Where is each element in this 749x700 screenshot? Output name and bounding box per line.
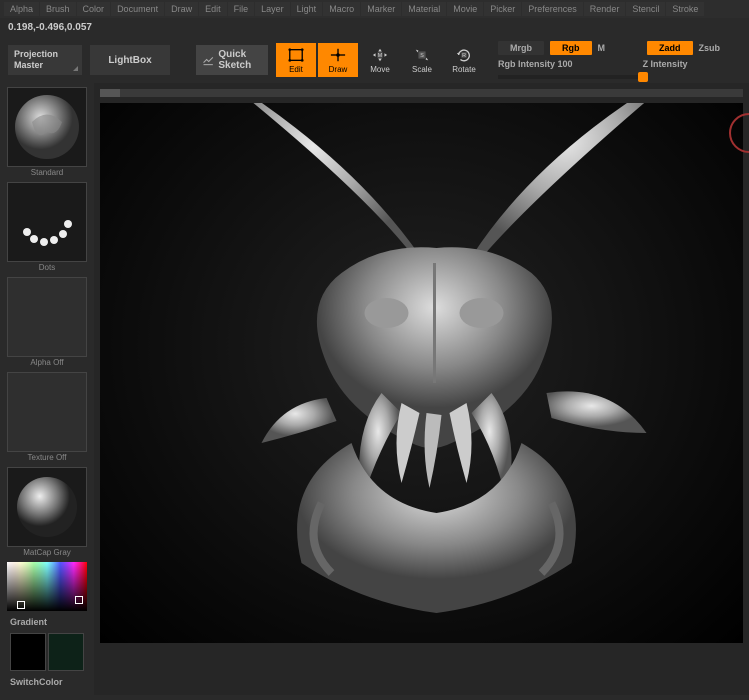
menu-alpha[interactable]: Alpha (4, 2, 39, 16)
svg-text:S: S (420, 52, 424, 58)
menu-stencil[interactable]: Stencil (626, 2, 665, 16)
svg-text:M: M (378, 52, 382, 58)
texture-selector[interactable]: Texture Off (7, 372, 87, 465)
menu-picker[interactable]: Picker (484, 2, 521, 16)
scale-mode-button[interactable]: SScale (402, 43, 442, 77)
menu-material[interactable]: Material (402, 2, 446, 16)
zsub-button[interactable]: Zsub (699, 43, 721, 53)
draw-icon (329, 47, 347, 63)
canvas-header[interactable] (100, 89, 743, 97)
menu-draw[interactable]: Draw (165, 2, 198, 16)
gradient-button[interactable]: Gradient (4, 613, 90, 631)
rgb-intensity-slider[interactable] (498, 75, 648, 79)
svg-text:R: R (462, 52, 466, 58)
sidebar: Standard Dots Alpha Off Texture Off (0, 83, 94, 695)
z-intensity-label: Z Intensity (643, 59, 688, 69)
sculpt-model (100, 103, 743, 643)
dots-icon (12, 187, 82, 257)
stroke-selector[interactable]: Dots (7, 182, 87, 275)
projection-master-button[interactable]: Projection Master (8, 45, 82, 75)
edit-icon (287, 47, 305, 63)
status-coords: 0.198,-0.496,0.057 (0, 18, 749, 37)
toolbar: Projection Master LightBox Quick Sketch … (0, 37, 749, 83)
menu-stroke[interactable]: Stroke (666, 2, 704, 16)
switchcolor-button[interactable]: SwitchColor (4, 673, 90, 691)
m-button[interactable]: M (598, 43, 606, 53)
menu-light[interactable]: Light (291, 2, 323, 16)
zadd-button[interactable]: Zadd (647, 41, 693, 55)
rgb-button[interactable]: Rgb (550, 41, 592, 55)
rotate-icon: R (455, 47, 473, 63)
canvas-area (94, 83, 749, 695)
menu-movie[interactable]: Movie (447, 2, 483, 16)
color-picker[interactable] (7, 562, 87, 611)
swatch-secondary[interactable] (48, 633, 84, 671)
menu-edit[interactable]: Edit (199, 2, 227, 16)
scale-icon: S (413, 47, 431, 63)
material-selector[interactable]: MatCap Gray (7, 467, 87, 560)
menu-render[interactable]: Render (584, 2, 626, 16)
menu-layer[interactable]: Layer (255, 2, 290, 16)
edit-mode-button[interactable]: Edit (276, 43, 316, 77)
move-mode-button[interactable]: MMove (360, 43, 400, 77)
menu-brush[interactable]: Brush (40, 2, 76, 16)
brush-icon (12, 92, 82, 162)
stroke-label: Dots (7, 262, 87, 275)
material-icon (12, 472, 82, 542)
alpha-selector[interactable]: Alpha Off (7, 277, 87, 370)
menubar: AlphaBrushColorDocumentDrawEditFileLayer… (0, 0, 749, 18)
quicksketch-label: Quick Sketch (218, 49, 262, 71)
material-label: MatCap Gray (7, 547, 87, 560)
alpha-label: Alpha Off (7, 357, 87, 370)
texture-label: Texture Off (7, 452, 87, 465)
lightbox-button[interactable]: LightBox (90, 45, 170, 75)
rotate-mode-button[interactable]: RRotate (444, 43, 484, 77)
viewport[interactable] (100, 103, 743, 643)
brush-label: Standard (7, 167, 87, 180)
rgb-intensity-label: Rgb Intensity 100 (498, 59, 573, 69)
quicksketch-button[interactable]: Quick Sketch (196, 45, 268, 75)
quicksketch-icon (202, 51, 214, 69)
menu-file[interactable]: File (228, 2, 255, 16)
menu-marker[interactable]: Marker (361, 2, 401, 16)
mrgb-button[interactable]: Mrgb (498, 41, 544, 55)
move-icon: M (371, 47, 389, 63)
menu-document[interactable]: Document (111, 2, 164, 16)
swatch-primary[interactable] (10, 633, 46, 671)
brush-selector[interactable]: Standard (7, 87, 87, 180)
menu-color[interactable]: Color (77, 2, 111, 16)
draw-mode-button[interactable]: Draw (318, 43, 358, 77)
menu-preferences[interactable]: Preferences (522, 2, 583, 16)
menu-macro[interactable]: Macro (323, 2, 360, 16)
